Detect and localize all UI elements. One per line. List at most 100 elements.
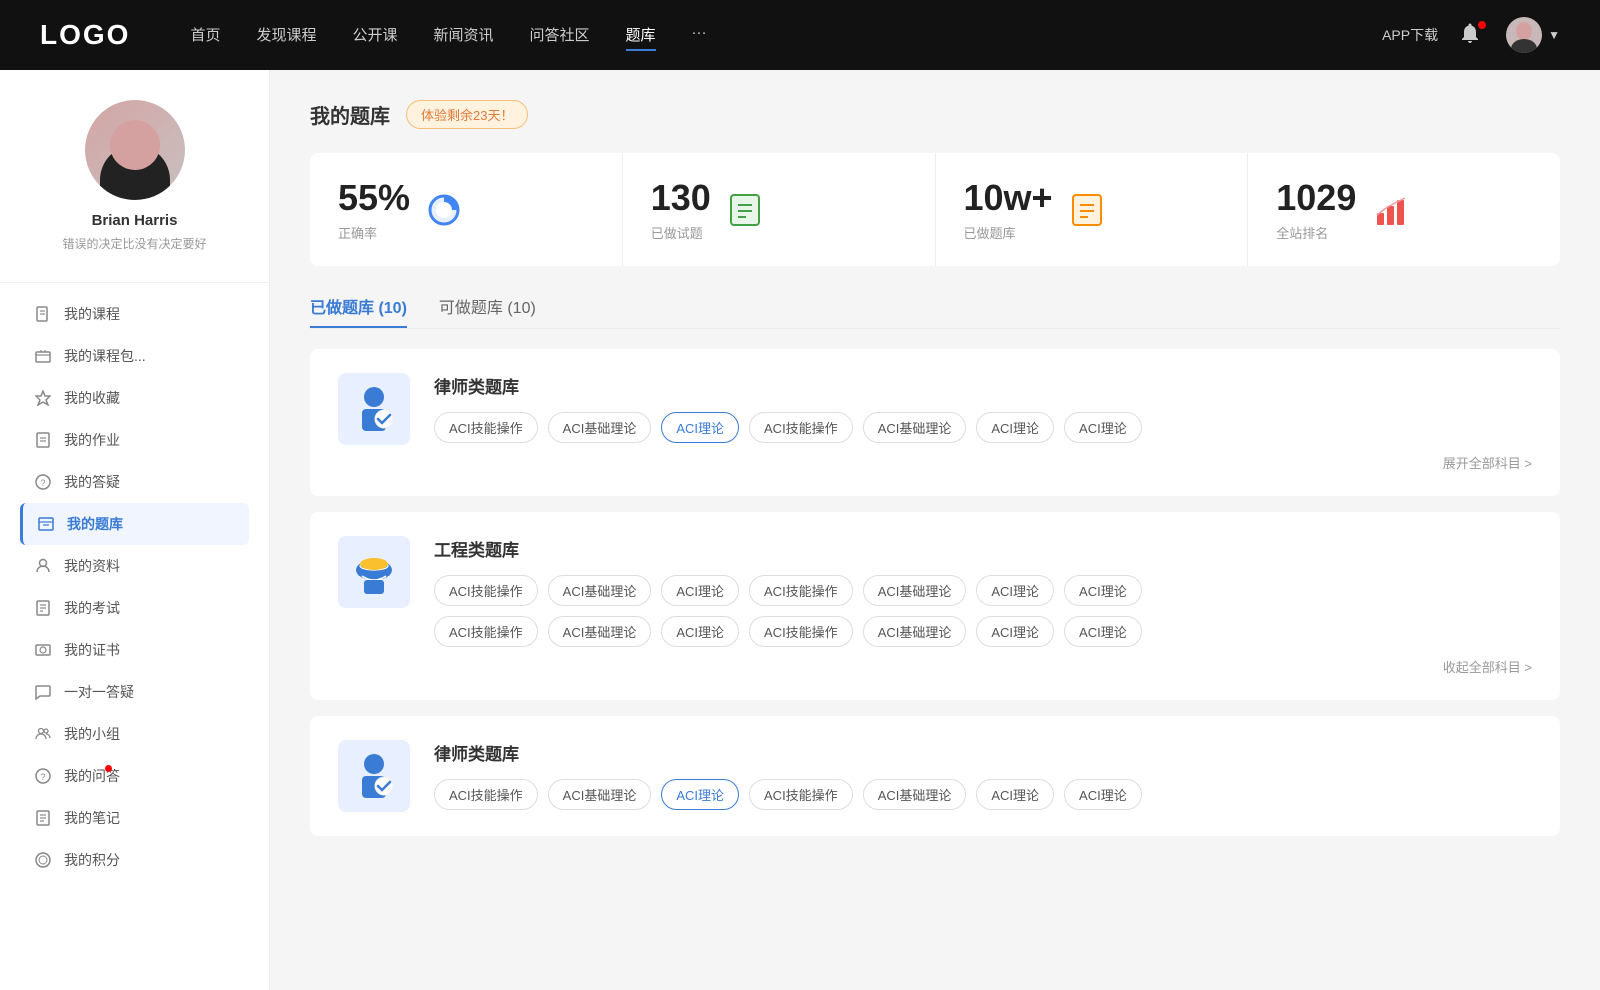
tag[interactable]: ACI理论 [976,779,1054,810]
tag[interactable]: ACI技能操作 [749,575,853,606]
qa-red-dot [105,765,112,772]
tag[interactable]: ACI基础理论 [863,616,967,647]
sidebar-label-one-on-one: 一对一答疑 [64,682,134,702]
tag[interactable]: ACI理论 [1064,575,1142,606]
sidebar-item-one-on-one[interactable]: 一对一答疑 [20,671,249,713]
package-icon [34,347,52,365]
nav-more[interactable]: ··· [692,20,707,51]
tag[interactable]: ACI理论 [661,575,739,606]
stat-questions-done-value: 130 [651,177,711,219]
questionbank-icon [37,515,55,533]
sidebar-item-my-points[interactable]: 我的积分 [20,839,249,881]
sidebar-item-my-favorites[interactable]: 我的收藏 [20,377,249,419]
profile-motto: 错误的决定比没有决定要好 [42,235,226,252]
points-icon [34,851,52,869]
sidebar-item-my-group[interactable]: 我的小组 [20,713,249,755]
nav-news[interactable]: 新闻资讯 [434,20,494,51]
sidebar-item-my-cert[interactable]: 我的证书 [20,629,249,671]
sidebar-item-my-notes[interactable]: 我的笔记 [20,797,249,839]
tag[interactable]: ACI技能操作 [749,412,853,443]
app-download-link[interactable]: APP下载 [1382,25,1438,45]
sidebar-item-my-course[interactable]: 我的课程 [20,293,249,335]
bank-content-lawyer-1: 律师类题库 ACI技能操作 ACI基础理论 ACI理论 ACI技能操作 ACI基… [434,373,1532,472]
course-icon [34,305,52,323]
tag[interactable]: ACI基础理论 [863,575,967,606]
bank-tags-engineer-row1: ACI技能操作 ACI基础理论 ACI理论 ACI技能操作 ACI基础理论 AC… [434,575,1532,606]
bank-card-lawyer-1: 律师类题库 ACI技能操作 ACI基础理论 ACI理论 ACI技能操作 ACI基… [310,349,1560,496]
profile-icon [34,557,52,575]
tag[interactable]: ACI技能操作 [434,575,538,606]
tag-active[interactable]: ACI理论 [661,412,739,443]
tab-available-banks[interactable]: 可做题库 (10) [439,294,536,328]
sidebar-label-my-course: 我的课程 [64,304,120,324]
tag[interactable]: ACI理论 [976,412,1054,443]
tag[interactable]: ACI基础理论 [548,412,652,443]
sidebar-item-my-exam[interactable]: 我的考试 [20,587,249,629]
bank-card-lawyer-2: 律师类题库 ACI技能操作 ACI基础理论 ACI理论 ACI技能操作 ACI基… [310,716,1560,836]
collapse-link-engineer[interactable]: 收起全部科目 > [434,657,1532,676]
stat-rank-label: 全站排名 [1276,223,1356,242]
tag[interactable]: ACI理论 [1064,412,1142,443]
sidebar-item-my-package[interactable]: 我的课程包... [20,335,249,377]
tag[interactable]: ACI技能操作 [434,616,538,647]
notification-dot [1478,21,1486,29]
page-header: 我的题库 体验剩余23天！ [310,100,1560,129]
stat-accuracy-label: 正确率 [338,223,410,242]
tag[interactable]: ACI技能操作 [749,779,853,810]
nav-home[interactable]: 首页 [190,20,220,51]
profile-avatar [85,100,185,200]
sidebar-label-my-notes: 我的笔记 [64,808,120,828]
trial-badge: 体验剩余23天！ [406,100,528,129]
tag[interactable]: ACI基础理论 [548,779,652,810]
expand-link-lawyer-1[interactable]: 展开全部科目 > [434,453,1532,472]
tag[interactable]: ACI理论 [1064,779,1142,810]
avatar [1506,17,1542,53]
tab-done-banks[interactable]: 已做题库 (10) [310,294,407,328]
tag[interactable]: ACI技能操作 [749,616,853,647]
sidebar-menu: 我的课程 我的课程包... 我的收藏 我的作业 [0,293,269,881]
tag[interactable]: ACI理论 [1064,616,1142,647]
tag[interactable]: ACI技能操作 [434,412,538,443]
sidebar-label-my-package: 我的课程包... [64,346,146,366]
stat-banks-done: 10w+ 已做题库 [936,153,1248,266]
sidebar-item-my-qa[interactable]: ? 我的问答 [20,755,249,797]
chat-icon [34,683,52,701]
stat-banks-done-value: 10w+ [964,177,1053,219]
sidebar-item-my-profile[interactable]: 我的资料 [20,545,249,587]
stat-questions-done: 130 已做试题 [623,153,935,266]
star-icon [34,389,52,407]
homework-icon [34,431,52,449]
bank-title-lawyer-1: 律师类题库 [434,373,1532,398]
stat-questions-done-label: 已做试题 [651,223,711,242]
notification-bell[interactable] [1458,21,1486,49]
tag[interactable]: ACI理论 [661,616,739,647]
group-icon [34,725,52,743]
question-icon: ? [34,473,52,491]
sidebar-label-my-cert: 我的证书 [64,640,120,660]
nav-discover[interactable]: 发现课程 [256,20,316,51]
lawyer-icon-wrap [338,373,410,445]
sidebar-label-my-questionbank: 我的题库 [67,514,123,534]
logo: LOGO [40,19,130,51]
user-avatar-menu[interactable]: ▼ [1506,17,1560,53]
tag[interactable]: ACI理论 [976,616,1054,647]
qa-icon: ? [34,767,52,785]
sidebar-item-my-questions[interactable]: ? 我的答疑 [20,461,249,503]
tag[interactable]: ACI基础理论 [548,575,652,606]
tag-active[interactable]: ACI理论 [661,779,739,810]
stat-rank-value: 1029 [1276,177,1356,219]
tag[interactable]: ACI技能操作 [434,779,538,810]
nav-open-course[interactable]: 公开课 [352,20,397,51]
sidebar-item-my-questionbank[interactable]: 我的题库 [20,503,249,545]
nav-question-bank[interactable]: 题库 [626,20,656,51]
cert-icon [34,641,52,659]
tag[interactable]: ACI基础理论 [863,412,967,443]
nav-qa[interactable]: 问答社区 [530,20,590,51]
tag[interactable]: ACI基础理论 [548,616,652,647]
tag[interactable]: ACI基础理论 [863,779,967,810]
sidebar: Brian Harris 错误的决定比没有决定要好 我的课程 我的课程包... [0,70,270,990]
navbar-right: APP下载 ▼ [1382,17,1560,53]
sidebar-label-my-exam: 我的考试 [64,598,120,618]
tag[interactable]: ACI理论 [976,575,1054,606]
sidebar-item-my-homework[interactable]: 我的作业 [20,419,249,461]
